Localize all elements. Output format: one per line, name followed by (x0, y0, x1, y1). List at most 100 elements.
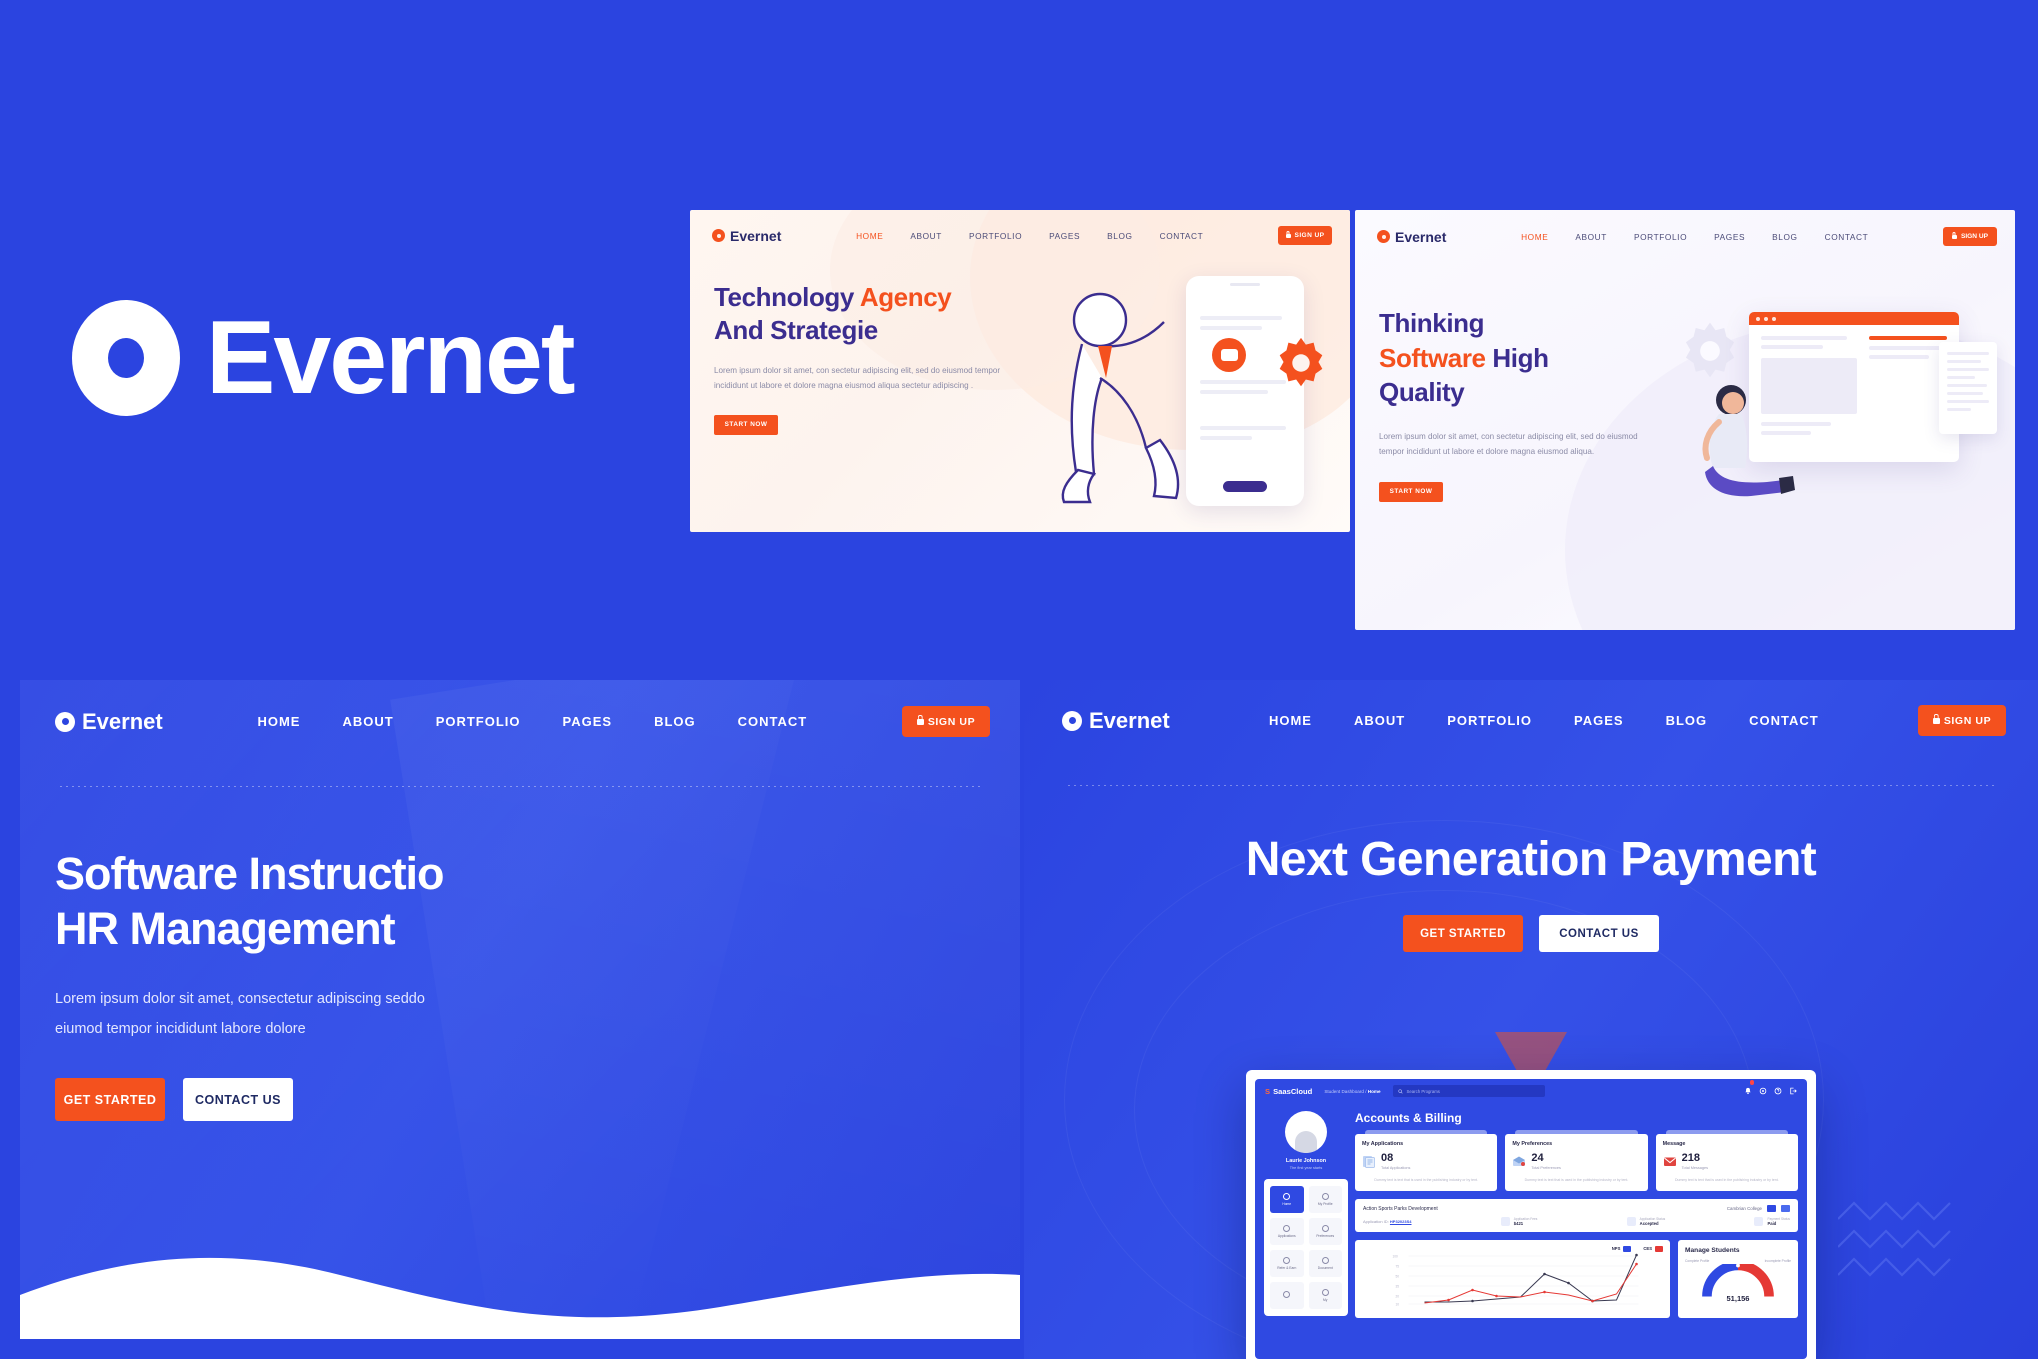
nav-link-about[interactable]: ABOUT (342, 714, 393, 729)
lock-icon (916, 715, 924, 725)
nav-link-blog[interactable]: BLOG (1772, 232, 1797, 242)
navbar-divider (1068, 785, 1994, 786)
lock-icon (1951, 232, 1957, 239)
sidebar-item-preferences[interactable]: Preferences (1308, 1218, 1342, 1245)
nav-link-blog[interactable]: BLOG (1666, 713, 1708, 728)
card-value: 218 (1681, 1152, 1701, 1164)
brand-wordmark: Evernet (206, 300, 576, 416)
application-id-label: Application ID: (1363, 1219, 1389, 1225)
manage-students-gauge: Manage Students Complete Profile Incompl… (1678, 1240, 1798, 1319)
stat-card-preferences: My Preferences 24 Total Preferences Dummy… (1505, 1130, 1648, 1192)
navbar-logo[interactable]: Evernet (55, 709, 163, 735)
nav-link-contact[interactable]: CONTACT (1160, 231, 1204, 241)
card-title: Message (1662, 1141, 1686, 1147)
card-tab (1365, 1130, 1488, 1136)
nav-link-portfolio[interactable]: PORTFOLIO (436, 714, 521, 729)
sidebar-item-refer-earn[interactable]: Refer & Earn (1270, 1250, 1304, 1277)
nav-link-pages[interactable]: PAGES (1574, 713, 1624, 728)
navbar-links: HOME ABOUT PORTFOLIO PAGES BLOG CONTACT (1521, 232, 1868, 242)
evernet-logo-mark-icon (72, 300, 180, 416)
dashboard-search-input[interactable]: Search Programs (1392, 1085, 1545, 1097)
signup-button[interactable]: SIGN UP (1943, 227, 1997, 246)
nav-link-contact[interactable]: CONTACT (738, 714, 808, 729)
stat-card-message: Message 218 Total Messages Dummy text is … (1655, 1130, 1798, 1192)
get-started-button[interactable]: GET STARTED (1403, 915, 1523, 952)
card-caption: Total Applications (1381, 1166, 1411, 1170)
nav-link-contact[interactable]: CONTACT (1749, 713, 1819, 728)
sidebar-item-more[interactable]: My (1308, 1282, 1342, 1309)
breadcrumb-prefix: Student Dashboard / (1324, 1088, 1368, 1094)
contact-us-button[interactable]: CONTACT US (183, 1078, 293, 1122)
sidebar-item-chat[interactable] (1270, 1282, 1304, 1309)
help-icon[interactable] (1774, 1082, 1782, 1100)
signup-button-label: SIGN UP (1960, 233, 1989, 240)
signup-button[interactable]: SIGN UP (1278, 226, 1332, 245)
gauge-canvas (1702, 1260, 1774, 1297)
applications-icon (1283, 1225, 1291, 1232)
nav-link-pages[interactable]: PAGES (1714, 232, 1745, 242)
nav-link-portfolio[interactable]: PORTFOLIO (1447, 713, 1532, 728)
sidebar-item-my-profile[interactable]: My Profile (1308, 1186, 1342, 1213)
signup-button[interactable]: SIGN UP (902, 706, 990, 737)
chat-icon (1283, 1291, 1291, 1298)
hero-cta-row: GET STARTED CONTACT US (1024, 915, 2038, 952)
nav-link-home[interactable]: HOME (257, 714, 300, 729)
navbar-links: HOME ABOUT PORTFOLIO PAGES BLOG CONTACT (257, 714, 807, 729)
nav-link-blog[interactable]: BLOG (1107, 231, 1132, 241)
navbar-logo[interactable]: Evernet (712, 228, 781, 244)
nav-link-home[interactable]: HOME (856, 231, 883, 241)
nav-link-about[interactable]: ABOUT (1354, 713, 1405, 728)
card-dummy-text: Dummy text is text that is used in the p… (1674, 1178, 1779, 1182)
avatar[interactable] (1285, 1111, 1327, 1153)
navbar-logo[interactable]: Evernet (1062, 708, 1170, 734)
nav-link-about[interactable]: ABOUT (1575, 232, 1607, 242)
document-icon[interactable] (1781, 1205, 1790, 1213)
application-id-value[interactable]: HP32023S4 (1390, 1219, 1412, 1224)
envelope-icon (1663, 1157, 1676, 1166)
signup-button-label: SIGN UP (1294, 232, 1325, 239)
get-started-button[interactable]: GET STARTED (55, 1078, 165, 1122)
signup-button[interactable]: SIGN UP (1918, 705, 2006, 736)
breadcrumb: Student Dashboard / Home (1324, 1089, 1380, 1094)
nav-link-home[interactable]: HOME (1521, 232, 1548, 242)
technology-agency-hero-card: Evernet HOME ABOUT PORTFOLIO PAGES BLOG … (690, 210, 1350, 532)
hero-body: Lorem ipsum dolor sit amet, con sectetur… (714, 366, 1001, 390)
start-now-button[interactable]: START NOW (714, 414, 778, 435)
sidebar-item-home[interactable]: Home (1270, 1186, 1304, 1213)
stat-cards: My Applications 08 Total Applications Dum… (1355, 1130, 1798, 1192)
card-caption: Total Preferences (1531, 1166, 1561, 1170)
nav-link-portfolio[interactable]: PORTFOLIO (969, 231, 1022, 241)
sidebar-item-applications[interactable]: Applications (1270, 1218, 1304, 1245)
program-row: Action Sports Parks Development Cambrian… (1355, 1199, 1798, 1233)
nav-link-contact[interactable]: CONTACT (1825, 232, 1869, 242)
gear-icon[interactable] (1759, 1082, 1767, 1100)
nav-link-portfolio[interactable]: PORTFOLIO (1634, 232, 1687, 242)
nav-link-home[interactable]: HOME (1269, 713, 1312, 728)
navbar-logo-label: Evernet (1089, 707, 1170, 733)
envelope-icon[interactable] (1767, 1205, 1776, 1213)
nav-link-about[interactable]: ABOUT (910, 231, 942, 241)
nav-link-blog[interactable]: BLOG (654, 714, 696, 729)
dollar-icon (1283, 1257, 1291, 1264)
nav-link-pages[interactable]: PAGES (563, 714, 613, 729)
start-now-button[interactable]: START NOW (1379, 481, 1443, 502)
sidebar-item-document[interactable]: Document (1308, 1250, 1342, 1277)
card-dummy-text: Dummy text is text that is used in the p… (1524, 1178, 1629, 1182)
hero-body: Lorem ipsum dolor sit amet, con sectetur… (1379, 431, 1638, 456)
contact-us-button[interactable]: CONTACT US (1539, 915, 1659, 952)
hero-cta-row: GET STARTED CONTACT US (55, 1078, 540, 1122)
saascloud-logo-label: SaasCloud (1273, 1086, 1313, 1096)
logout-icon[interactable] (1789, 1082, 1797, 1100)
bell-icon[interactable] (1744, 1080, 1754, 1100)
nav-link-pages[interactable]: PAGES (1049, 231, 1080, 241)
sidebar-grid: Home My Profile Applications Preferences… (1264, 1179, 1348, 1316)
user-subtitle: The first year starts (1289, 1166, 1323, 1170)
svg-text:10: 10 (1396, 1303, 1400, 1307)
hero-copy: Technology Agency And Strategie Lorem ips… (690, 245, 1010, 435)
navbar-logo[interactable]: Evernet (1377, 229, 1446, 245)
thinking-software-hero-card: Evernet HOME ABOUT PORTFOLIO PAGES BLOG … (1355, 210, 2015, 630)
evernet-logo-mark-icon (1377, 230, 1390, 243)
program-title: Action Sports Parks Development (1363, 1205, 1438, 1212)
dashboard-page-title: Accounts & Billing (1355, 1111, 1462, 1125)
document-icon (1321, 1257, 1329, 1264)
